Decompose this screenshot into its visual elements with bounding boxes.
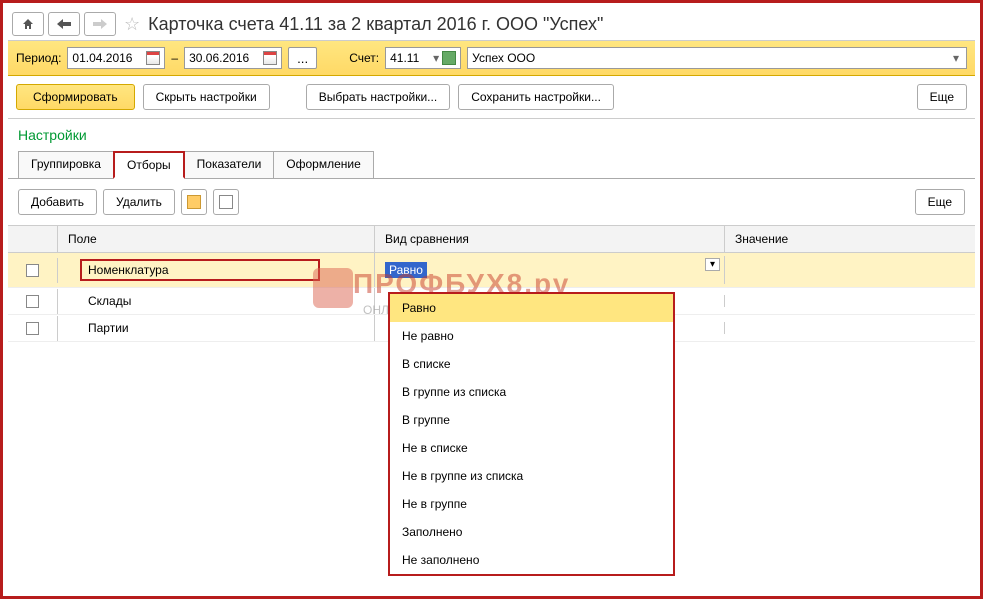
field-warehouses: Склады bbox=[58, 288, 375, 314]
forward-button[interactable] bbox=[84, 12, 116, 36]
col-value-header: Значение bbox=[725, 226, 975, 252]
more-button[interactable]: Еще bbox=[917, 84, 967, 110]
dd-item-not-equals[interactable]: Не равно bbox=[390, 322, 673, 350]
row-checkbox[interactable] bbox=[26, 295, 39, 308]
value-cell[interactable] bbox=[725, 264, 975, 276]
header: ☆ Карточка счета 41.11 за 2 квартал 2016… bbox=[8, 8, 975, 41]
clip-icon bbox=[187, 195, 201, 209]
dd-item-not-in-list[interactable]: Не в списке bbox=[390, 434, 673, 462]
favorite-icon[interactable]: ☆ bbox=[120, 14, 144, 35]
home-button[interactable] bbox=[12, 12, 44, 36]
field-batches: Партии bbox=[58, 315, 375, 341]
toolbar: Сформировать Скрыть настройки Выбрать на… bbox=[8, 76, 975, 119]
value-cell bbox=[725, 295, 975, 307]
hide-settings-button[interactable]: Скрыть настройки bbox=[143, 84, 270, 110]
clip-icon-button[interactable] bbox=[181, 189, 207, 215]
tabs: Группировка Отборы Показатели Оформление bbox=[8, 151, 975, 179]
compare-selected-value: Равно bbox=[385, 262, 427, 278]
dropdown-icon[interactable]: ▾ bbox=[430, 51, 442, 65]
delete-button[interactable]: Удалить bbox=[103, 189, 175, 215]
dd-item-in-group[interactable]: В группе bbox=[390, 406, 673, 434]
table-header: Поле Вид сравнения Значение bbox=[8, 225, 975, 253]
value-cell bbox=[725, 322, 975, 334]
actions-row: Добавить Удалить Еще bbox=[8, 179, 975, 225]
form-button[interactable]: Сформировать bbox=[16, 84, 135, 110]
calendar-icon[interactable] bbox=[263, 51, 277, 65]
account-input[interactable]: ▾ bbox=[385, 47, 461, 69]
compare-cell[interactable]: Равно ▾ bbox=[375, 256, 725, 284]
choose-settings-button[interactable]: Выбрать настройки... bbox=[306, 84, 450, 110]
row-checkbox[interactable] bbox=[26, 264, 39, 277]
calendar-icon[interactable] bbox=[146, 51, 160, 65]
compare-dropdown: Равно Не равно В списке В группе из спис… bbox=[388, 292, 675, 576]
tab-indicators[interactable]: Показатели bbox=[184, 151, 275, 178]
dd-item-not-in-group[interactable]: Не в группе bbox=[390, 490, 673, 518]
page-title: Карточка счета 41.11 за 2 квартал 2016 г… bbox=[148, 14, 603, 35]
add-button[interactable]: Добавить bbox=[18, 189, 97, 215]
dd-item-not-in-group-list[interactable]: Не в группе из списка bbox=[390, 462, 673, 490]
dd-item-not-filled[interactable]: Не заполнено bbox=[390, 546, 673, 574]
dd-item-filled[interactable]: Заполнено bbox=[390, 518, 673, 546]
doc-icon-button[interactable] bbox=[213, 189, 239, 215]
account-label: Счет: bbox=[349, 51, 379, 65]
settings-title: Настройки bbox=[8, 119, 975, 151]
date-dash: – bbox=[171, 51, 178, 65]
dd-item-equals[interactable]: Равно bbox=[390, 294, 673, 322]
book-icon[interactable] bbox=[442, 51, 456, 65]
tab-grouping[interactable]: Группировка bbox=[18, 151, 114, 178]
org-input[interactable]: ▾ bbox=[467, 47, 967, 69]
period-bar: Период: – ... Счет: ▾ ▾ bbox=[8, 41, 975, 76]
doc-icon bbox=[219, 195, 233, 209]
row-checkbox[interactable] bbox=[26, 322, 39, 335]
chevron-down-icon[interactable]: ▾ bbox=[705, 258, 720, 271]
col-check-header bbox=[8, 226, 58, 252]
col-compare-header: Вид сравнения bbox=[375, 226, 725, 252]
date-to-input[interactable] bbox=[184, 47, 282, 69]
dd-item-in-list[interactable]: В списке bbox=[390, 350, 673, 378]
dd-item-in-group-list[interactable]: В группе из списка bbox=[390, 378, 673, 406]
dropdown-icon[interactable]: ▾ bbox=[950, 51, 962, 65]
tab-design[interactable]: Оформление bbox=[273, 151, 373, 178]
more-button-2[interactable]: Еще bbox=[915, 189, 965, 215]
field-nomenclature[interactable]: Номенклатура bbox=[80, 259, 320, 281]
date-from-input[interactable] bbox=[67, 47, 165, 69]
period-picker-button[interactable]: ... bbox=[288, 47, 317, 69]
col-field-header: Поле bbox=[58, 226, 375, 252]
table-row[interactable]: Номенклатура Равно ▾ bbox=[8, 253, 975, 288]
back-button[interactable] bbox=[48, 12, 80, 36]
tab-filters[interactable]: Отборы bbox=[113, 151, 185, 179]
period-label: Период: bbox=[16, 51, 61, 65]
save-settings-button[interactable]: Сохранить настройки... bbox=[458, 84, 614, 110]
